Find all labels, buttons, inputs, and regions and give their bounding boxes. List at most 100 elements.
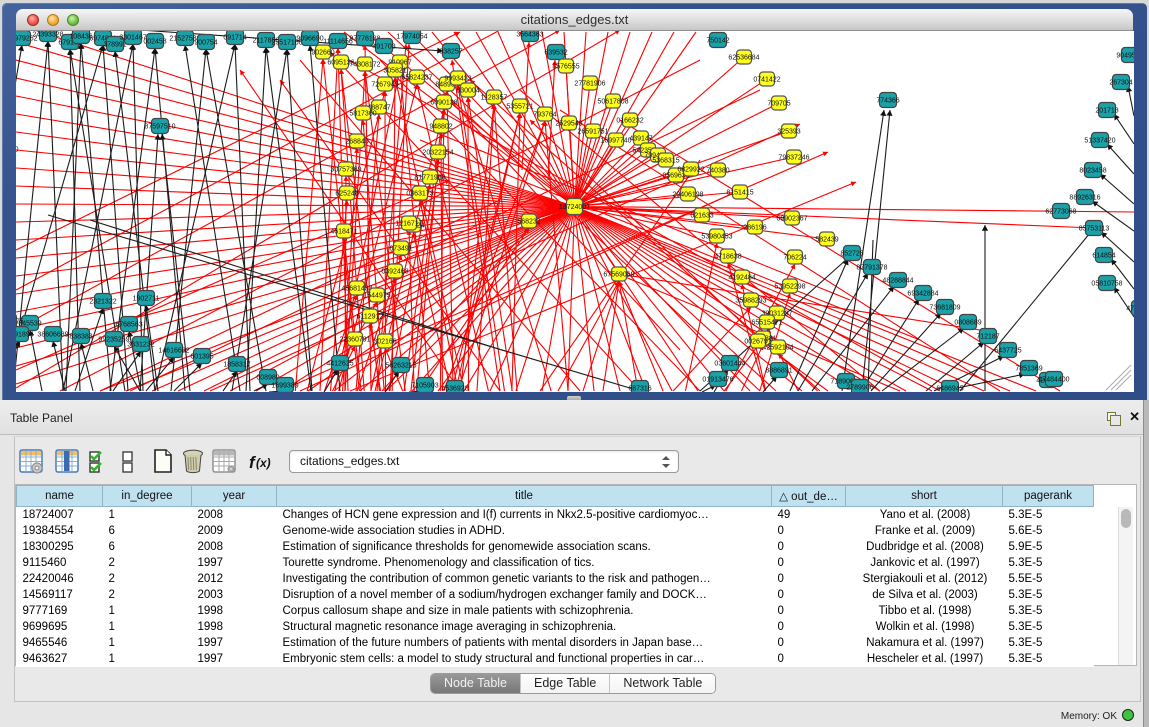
svg-text:79837246: 79837246 [778, 155, 809, 162]
svg-text:53980453: 53980453 [701, 234, 732, 241]
svg-text:53952298: 53952298 [774, 284, 805, 291]
svg-text:709705: 709705 [767, 101, 790, 108]
svg-text:22360791: 22360791 [339, 337, 370, 344]
svg-text:30757369: 30757369 [330, 167, 361, 174]
svg-text:0808689: 0808689 [954, 320, 981, 327]
svg-text:62773068: 62773068 [1045, 209, 1076, 216]
svg-text:81771988: 81771988 [414, 175, 445, 182]
svg-text:9096690: 9096690 [296, 36, 323, 43]
svg-text:2789906: 2789906 [846, 385, 873, 392]
svg-text:639532: 639532 [544, 50, 567, 57]
svg-text:830004: 830004 [456, 88, 479, 95]
svg-text:938257: 938257 [439, 49, 462, 56]
svg-text:56263215: 56263215 [385, 363, 416, 370]
svg-text:774366: 774366 [876, 98, 899, 105]
svg-text:6829922: 6829922 [677, 167, 704, 174]
svg-text:1858317: 1858317 [223, 362, 250, 369]
svg-text:51337420: 51337420 [1084, 138, 1115, 145]
svg-text:87791378: 87791378 [856, 265, 887, 272]
svg-text:8151415: 8151415 [726, 190, 753, 197]
svg-text:5817360: 5817360 [349, 111, 376, 118]
svg-text:50617808: 50617808 [597, 99, 628, 106]
svg-text:7267949: 7267949 [371, 82, 398, 89]
svg-text:793764: 793764 [533, 112, 556, 119]
svg-text:99235259: 99235259 [98, 337, 129, 344]
svg-text:267304: 267304 [1109, 80, 1132, 87]
svg-text:002458: 002458 [143, 39, 166, 46]
svg-text:4536928: 4536928 [441, 386, 468, 393]
svg-text:687316: 687316 [628, 386, 651, 393]
svg-text:05810758: 05810758 [1091, 281, 1122, 288]
svg-text:5355721: 5355721 [506, 104, 533, 111]
svg-text:673491: 673491 [389, 246, 412, 253]
svg-text:4718638: 4718638 [714, 254, 741, 261]
svg-text:852728: 852728 [840, 251, 863, 258]
svg-text:325393: 325393 [777, 129, 800, 136]
svg-text:948802: 948802 [429, 124, 452, 131]
svg-text:378991: 378991 [103, 42, 126, 49]
svg-text:568232: 568232 [517, 219, 540, 226]
svg-text:5368315: 5368315 [652, 158, 679, 165]
svg-text:902660: 902660 [311, 50, 334, 57]
svg-text:45681433: 45681433 [341, 286, 372, 293]
svg-text:268840: 268840 [345, 139, 368, 146]
svg-text:4703160: 4703160 [1126, 306, 1134, 313]
svg-text:17974054: 17974054 [396, 34, 427, 41]
svg-text:26591751: 26591751 [577, 129, 608, 136]
svg-text:8023458: 8023458 [1079, 168, 1106, 175]
svg-text:305821: 305821 [383, 68, 406, 75]
svg-text:69902367: 69902367 [776, 216, 807, 223]
svg-text:01913476: 01913476 [702, 377, 733, 384]
svg-text:65515471: 65515471 [751, 320, 782, 327]
svg-text:582439: 582439 [815, 237, 838, 244]
svg-text:838383: 838383 [69, 334, 92, 341]
svg-text:7105903: 7105903 [411, 383, 438, 390]
svg-text:38606689: 38606689 [37, 332, 68, 339]
svg-text:706224: 706224 [783, 255, 806, 262]
svg-text:9993433: 9993433 [444, 76, 471, 83]
svg-text:03601444: 03601444 [714, 361, 745, 368]
svg-text:85753113: 85753113 [1079, 226, 1110, 233]
svg-text:20322154: 20322154 [422, 150, 453, 157]
svg-text:2321322: 2321322 [89, 299, 116, 306]
svg-text:6112912: 6112912 [357, 314, 384, 321]
svg-text:88926316: 88926316 [1069, 195, 1100, 202]
svg-text:1128357: 1128357 [481, 95, 508, 102]
svg-text:18724007: 18724007 [559, 204, 590, 211]
svg-text:1216717: 1216717 [395, 221, 422, 228]
svg-text:16997740: 16997740 [600, 138, 631, 145]
svg-text:614854: 614854 [1092, 253, 1115, 260]
svg-text:4412625: 4412625 [326, 361, 353, 368]
svg-text:67569069: 67569069 [603, 272, 634, 279]
svg-text:3331232: 3331232 [127, 342, 154, 349]
svg-text:491703: 491703 [372, 44, 395, 51]
svg-text:74308172: 74308172 [349, 62, 380, 69]
svg-text:1791894: 1791894 [16, 332, 34, 339]
svg-text:9049549: 9049549 [1116, 53, 1134, 60]
svg-text:625248: 625248 [335, 191, 358, 198]
svg-text:69342884: 69342884 [907, 291, 938, 298]
svg-text:6437725: 6437725 [994, 348, 1021, 355]
svg-text:27781906: 27781906 [574, 81, 605, 88]
svg-text:0392468: 0392468 [381, 269, 408, 276]
svg-text:29406198: 29406198 [672, 192, 703, 199]
svg-text:4192484: 4192484 [728, 275, 755, 282]
svg-text:47484400: 47484400 [1038, 377, 1069, 384]
svg-text:35988293: 35988293 [735, 298, 766, 305]
svg-text:4618471: 4618471 [330, 229, 357, 236]
svg-text:73681809: 73681809 [929, 305, 960, 312]
svg-text:62536684: 62536684 [728, 55, 759, 62]
svg-text:6768563: 6768563 [115, 322, 142, 329]
svg-text:42592104: 42592104 [762, 345, 793, 352]
svg-text:712187: 712187 [976, 334, 999, 341]
svg-text:3564363: 3564363 [516, 32, 543, 39]
svg-text:48288844: 48288844 [882, 278, 913, 285]
svg-text:286196: 286196 [743, 225, 766, 232]
svg-text:0741422: 0741422 [753, 77, 780, 84]
svg-text:7851369: 7851369 [1015, 366, 1042, 373]
svg-text:601395: 601395 [190, 354, 213, 361]
svg-text:24393328: 24393328 [32, 32, 63, 39]
svg-text:439147: 439147 [629, 136, 652, 143]
svg-text:1544975: 1544975 [363, 293, 390, 300]
svg-text:201718: 201718 [1095, 108, 1118, 115]
